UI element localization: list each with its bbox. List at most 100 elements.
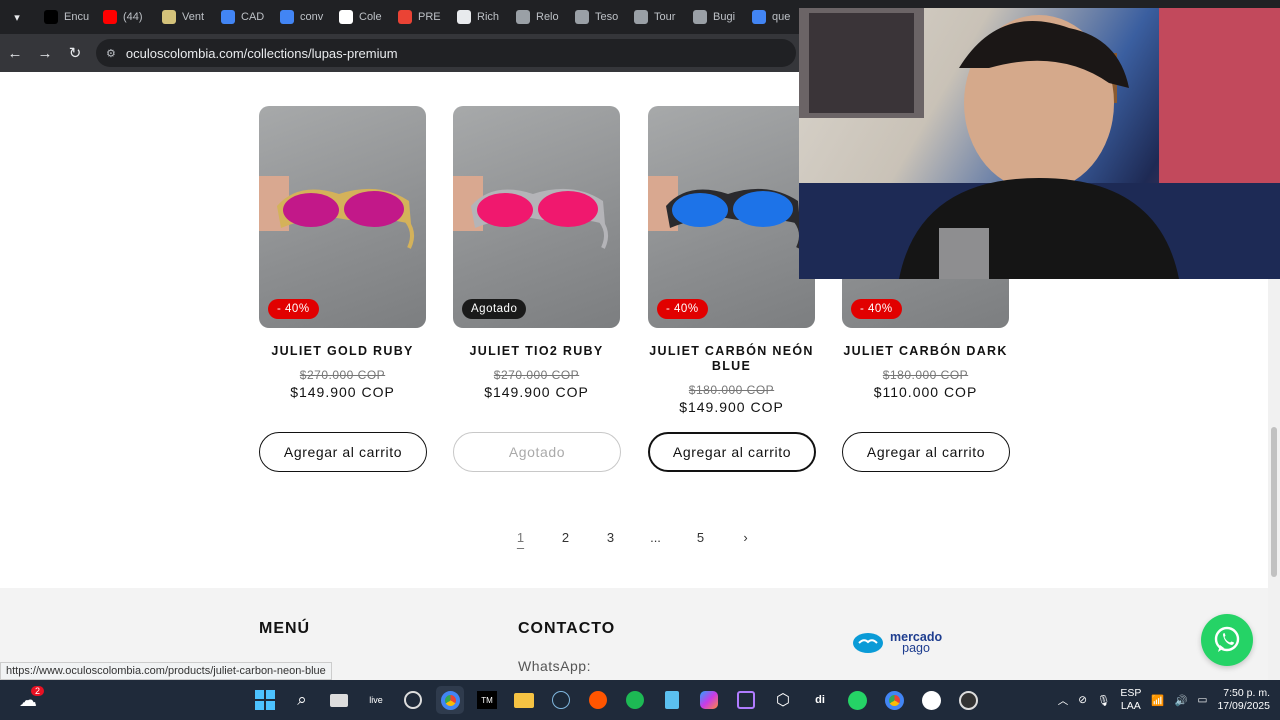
tab-label: Cole (359, 11, 382, 23)
browser-tab[interactable]: Vent (152, 4, 211, 30)
obs-icon[interactable] (399, 686, 427, 714)
tab-label: Bugi (713, 11, 736, 23)
speedometer-app-icon[interactable] (917, 686, 945, 714)
page-link[interactable]: 5 (678, 530, 723, 545)
whatsapp-float-button[interactable] (1201, 614, 1253, 666)
browser-tab[interactable]: Teso (565, 4, 624, 30)
soundcloud-icon[interactable] (584, 686, 612, 714)
product-old-price: $180.000 COP (882, 368, 969, 382)
browser-tab[interactable]: PRE (388, 4, 447, 30)
volume-icon[interactable]: 🔊 (1174, 694, 1187, 707)
whatsapp-taskbar-icon[interactable] (843, 686, 871, 714)
tab-search-button[interactable]: ▾ (0, 0, 34, 34)
task-view-icon[interactable] (325, 686, 353, 714)
product-image[interactable]: Agotado (453, 106, 620, 328)
tab-favicon-icon (280, 10, 294, 24)
windows-start-icon[interactable] (251, 686, 279, 714)
tab-label: conv (300, 11, 324, 23)
browser-tab[interactable]: conv (270, 4, 329, 30)
product-card[interactable]: - 40% JULIET GOLD RUBY $270.000 COP $149… (259, 106, 426, 400)
product-image[interactable]: - 40% (648, 106, 815, 328)
notification-count-badge: 2 (30, 686, 44, 696)
whatsapp-icon (1214, 626, 1240, 652)
tab-favicon-icon (693, 10, 707, 24)
tab-favicon-icon (221, 10, 235, 24)
weather-icon[interactable]: ☁ 2 (14, 686, 44, 714)
product-badge: Agotado (462, 299, 527, 319)
chrome-icon[interactable] (436, 686, 464, 714)
page-link[interactable]: 3 (588, 530, 633, 545)
battery-icon[interactable]: ▭ (1198, 694, 1208, 706)
browser-tab[interactable]: Rich (447, 4, 506, 30)
page-link[interactable]: 1 (498, 530, 543, 545)
file-explorer-icon[interactable] (510, 686, 538, 714)
browser-tab[interactable]: Bugi (683, 4, 742, 30)
keyboard-layout: LAA (1120, 700, 1141, 712)
notepad-icon[interactable] (658, 686, 686, 714)
add-to-cart-button[interactable]: Agregar al carrito (842, 432, 1010, 472)
tab-favicon-icon (398, 10, 412, 24)
sold-out-button[interactable]: Agotado (453, 432, 621, 472)
product-badge: - 40% (851, 299, 902, 319)
tab-favicon-icon (103, 10, 117, 24)
tray-overflow-icon[interactable]: ︿ (1058, 693, 1069, 708)
product-name[interactable]: JULIET GOLD RUBY (259, 344, 426, 359)
system-tray: ︿ ⊘ 🎙 ESP LAA 📶 🔊 ▭ 7:50 p. m. 17/09/202… (1058, 680, 1280, 720)
spotify-icon[interactable] (621, 686, 649, 714)
address-bar[interactable]: ⚙ oculoscolombia.com/collections/lupas-p… (96, 39, 796, 67)
footer-menu-heading: MENÚ (259, 620, 311, 637)
tab-favicon-icon (162, 10, 176, 24)
camera-off-icon[interactable]: ⊘ (1078, 694, 1087, 706)
tab-label: (44) (123, 11, 143, 23)
browser-tab[interactable]: CAD (211, 4, 270, 30)
add-to-cart-button[interactable]: Agregar al carrito (259, 432, 427, 472)
product-badge: - 40% (268, 299, 319, 319)
browser-tab[interactable]: Relo (506, 4, 565, 30)
browser-tab[interactable]: Encu (34, 4, 93, 30)
reload-icon[interactable]: ↻ (60, 38, 90, 68)
product-price: $149.900 COP (484, 384, 589, 400)
wifi-icon[interactable]: 📶 (1151, 694, 1164, 707)
link-status-bar: https://www.oculoscolombia.com/products/… (0, 662, 332, 680)
tm-app-icon[interactable]: TM (473, 686, 501, 714)
pagination-ellipsis: ... (650, 530, 661, 545)
browser-tab[interactable]: Tour (624, 4, 683, 30)
chrome-secondary-icon[interactable] (880, 686, 908, 714)
product-card[interactable]: Agotado JULIET TIO2 RUBY $270.000 COP $1… (453, 106, 620, 400)
sunglasses-image (453, 176, 609, 249)
product-name[interactable]: JULIET CARBÓN DARK (842, 344, 1009, 359)
forward-icon[interactable]: → (30, 38, 60, 68)
footer-contact-heading: CONTACTO (518, 620, 616, 637)
product-old-price: $270.000 COP (493, 368, 580, 382)
product-card[interactable]: - 40% JULIET CARBÓN NEÓN BLUE $180.000 C… (648, 106, 815, 415)
browser-tab[interactable]: Cole (329, 4, 388, 30)
search-icon[interactable]: ⌕ (288, 686, 316, 714)
next-page-icon[interactable]: › (723, 530, 768, 545)
tab-label: Teso (595, 11, 619, 23)
microphone-icon[interactable]: 🎙 (1097, 694, 1110, 707)
pagination: 1 2 3... 5 › (498, 530, 768, 545)
browser-tab[interactable]: (44) (93, 4, 152, 30)
browser-tab[interactable]: que (742, 4, 801, 30)
live-app-icon[interactable]: live (362, 686, 390, 714)
clock-date: 17/09/2025 (1217, 700, 1270, 712)
scrollbar-thumb[interactable] (1271, 427, 1277, 577)
add-to-cart-button[interactable]: Agregar al carrito (648, 432, 816, 472)
product-name[interactable]: JULIET CARBÓN NEÓN BLUE (648, 344, 815, 374)
tab-favicon-icon (44, 10, 58, 24)
purple-app-icon[interactable] (732, 686, 760, 714)
product-name[interactable]: JULIET TIO2 RUBY (453, 344, 620, 359)
language-indicator[interactable]: ESP LAA (1120, 687, 1141, 713)
steam-icon[interactable] (547, 686, 575, 714)
unity-icon[interactable]: ⬡ (769, 686, 797, 714)
address-bar-url: oculoscolombia.com/collections/lupas-pre… (125, 45, 398, 61)
davinci-icon[interactable]: di (806, 686, 834, 714)
back-icon[interactable]: ← (0, 38, 30, 68)
copilot-icon[interactable] (695, 686, 723, 714)
page-link[interactable]: 2 (543, 530, 588, 545)
handshake-icon (853, 633, 883, 653)
media-player-icon[interactable] (954, 686, 982, 714)
clock[interactable]: 7:50 p. m. 17/09/2025 (1217, 687, 1270, 713)
site-info-icon[interactable]: ⚙ (106, 47, 116, 60)
product-image[interactable]: - 40% (259, 106, 426, 328)
